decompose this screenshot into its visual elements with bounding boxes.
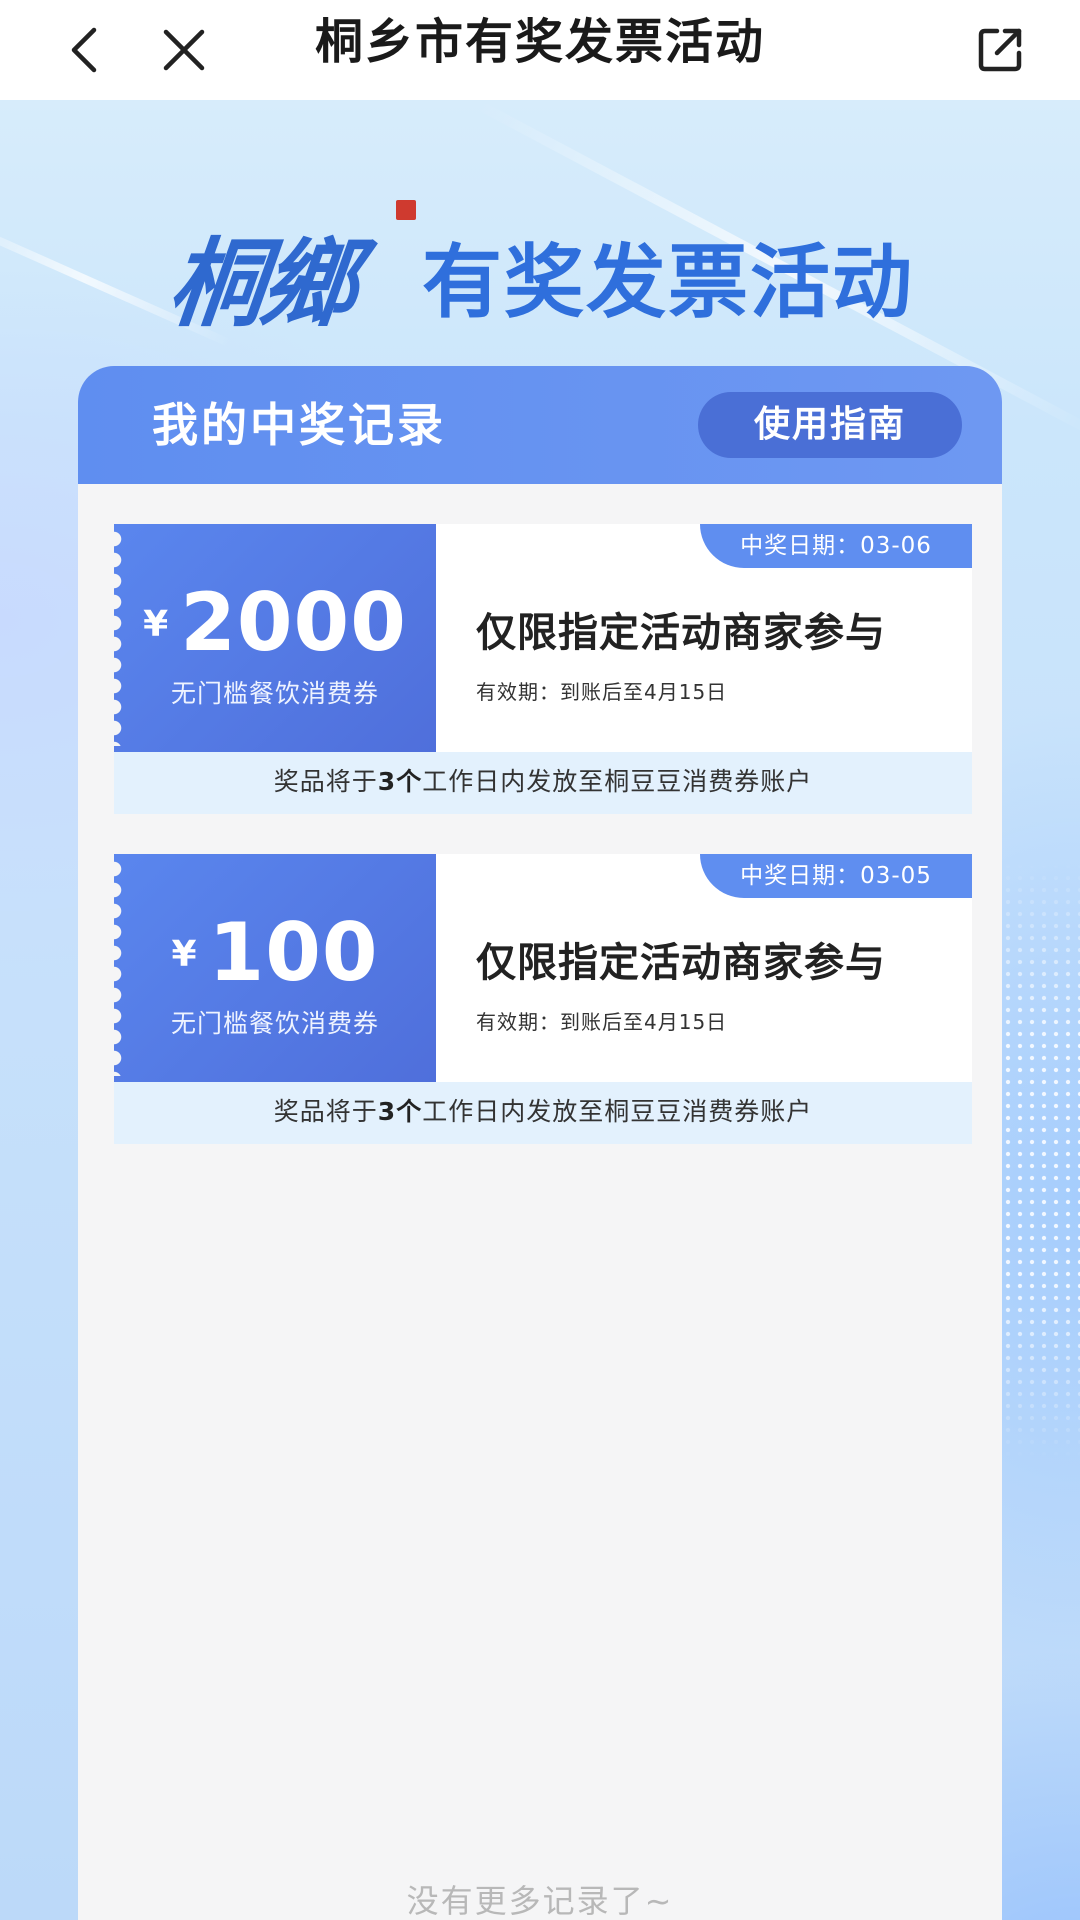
coupon-amount-value: 2000	[180, 576, 407, 669]
footer-text-pre: 奖品将于	[273, 767, 378, 796]
campaign-logo: 桐鄉 有奖发票活动	[150, 200, 930, 360]
coupon-footer-note: 奖品将于3个工作日内发放至桐豆豆消费券账户	[114, 752, 972, 814]
no-more-records-text: 没有更多记录了~	[406, 1882, 674, 1920]
coupon-validity: 有效期：到账后至4月15日	[476, 1010, 728, 1034]
win-date-tag: 中奖日期：03-06	[700, 524, 972, 568]
coupon-description: 仅限指定活动商家参与	[476, 610, 886, 656]
coupon-card[interactable]: ¥2000 无门槛餐饮消费券 中奖日期：03-06 仅限指定活动商家参与 有效期…	[105, 524, 972, 814]
coupon-body: ¥2000 无门槛餐饮消费券 中奖日期：03-06 仅限指定活动商家参与 有效期…	[105, 524, 972, 752]
currency-symbol: ¥	[143, 604, 169, 645]
currency-symbol: ¥	[171, 934, 197, 975]
footer-text-bold: 3个	[377, 1097, 423, 1126]
coupon-body: ¥100 无门槛餐饮消费券 中奖日期：03-05 仅限指定活动商家参与 有效期：…	[105, 854, 972, 1082]
background-dot-pattern	[990, 860, 1080, 1460]
navigation-bar: 桐乡市有奖发票活动	[0, 0, 1080, 100]
coupon-footer-note: 奖品将于3个工作日内发放至桐豆豆消费券账户	[114, 1082, 972, 1144]
coupon-card[interactable]: ¥100 无门槛餐饮消费券 中奖日期：03-05 仅限指定活动商家参与 有效期：…	[105, 854, 972, 1144]
share-external-icon	[978, 28, 1022, 72]
coupon-value-section: ¥2000 无门槛餐饮消费券	[105, 524, 436, 752]
coupon-value-section: ¥100 无门槛餐饮消费券	[105, 854, 436, 1082]
coupon-description: 仅限指定活动商家参与	[476, 940, 886, 986]
panel-title: 我的中奖记录	[152, 398, 446, 452]
coupon-validity: 有效期：到账后至4月15日	[476, 680, 728, 704]
win-date-tag: 中奖日期：03-05	[700, 854, 972, 898]
footer-text-post: 工作日内发放至桐豆豆消费券账户	[422, 767, 813, 796]
footer-text-bold: 3个	[377, 767, 423, 796]
seal-icon	[396, 200, 416, 220]
share-button[interactable]	[962, 12, 1038, 88]
panel-header: 我的中奖记录 使用指南	[78, 366, 1002, 484]
coupon-type: 无门槛餐饮消费券	[170, 679, 379, 708]
logo-calligraphy: 桐鄉	[163, 227, 360, 340]
coupon-amount: ¥2000	[114, 576, 436, 669]
user-guide-button[interactable]: 使用指南	[698, 392, 962, 458]
coupon-amount: ¥100	[114, 906, 436, 999]
coupon-type: 无门槛餐饮消费券	[170, 1009, 379, 1038]
footer-text-pre: 奖品将于	[273, 1097, 378, 1126]
logo-title: 有奖发票活动	[422, 236, 914, 329]
page-title: 桐乡市有奖发票活动	[314, 14, 765, 70]
footer-text-post: 工作日内发放至桐豆豆消费券账户	[422, 1097, 813, 1126]
coupon-amount-value: 100	[208, 906, 379, 999]
